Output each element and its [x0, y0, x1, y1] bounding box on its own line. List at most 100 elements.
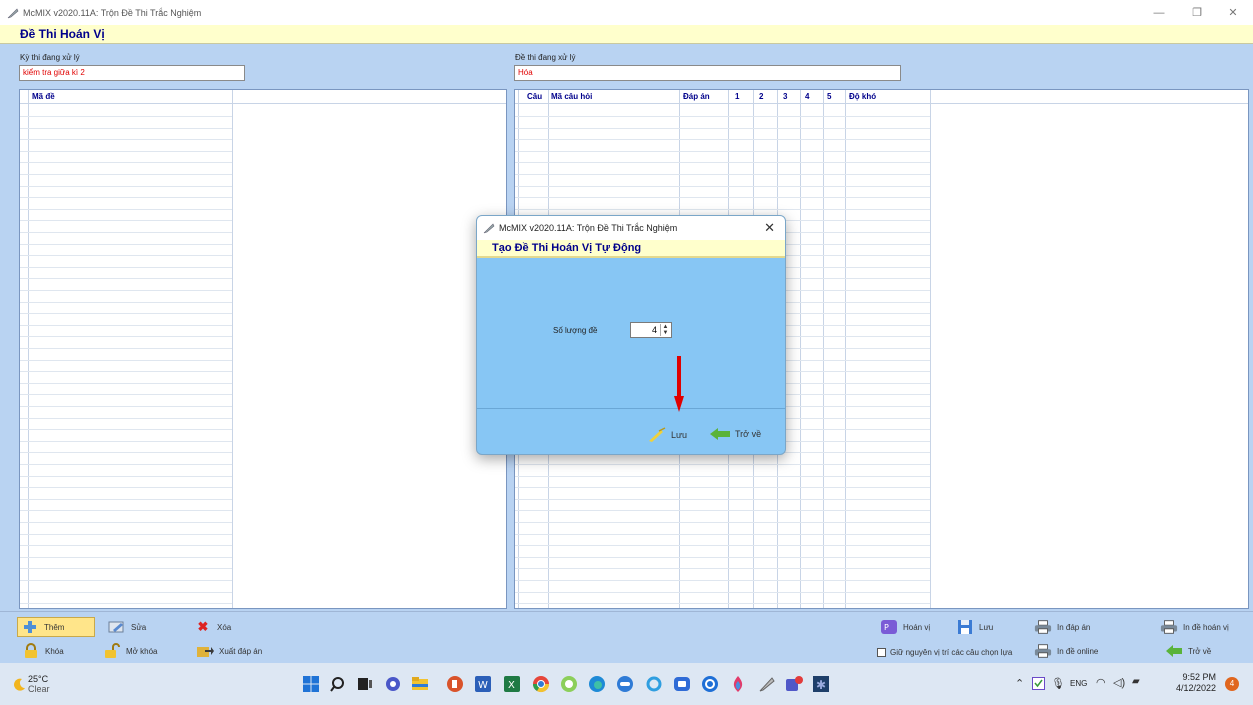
tray-chevron-up-icon[interactable]: ⌃ — [1015, 677, 1024, 690]
microphone-icon[interactable]: 🎙︎ — [1051, 677, 1065, 690]
search-icon[interactable] — [330, 675, 348, 693]
volume-icon[interactable]: ◁) — [1113, 676, 1125, 689]
temperature: 25°C — [28, 674, 49, 684]
print-answers-label: In đáp án — [1057, 622, 1091, 632]
battery-icon[interactable]: ▰ — [1132, 676, 1140, 687]
exam-field[interactable]: Hóa — [514, 65, 901, 81]
language-indicator[interactable]: ENG — [1070, 679, 1087, 688]
grid-row-line — [20, 267, 232, 268]
app-feather-icon — [483, 223, 495, 234]
date-text: 4/12/2022 — [1176, 683, 1217, 693]
back-arrow-icon — [710, 428, 730, 440]
mcmix-taskbar-icon[interactable] — [758, 675, 776, 693]
add-button[interactable]: Thêm — [17, 617, 95, 637]
clock[interactable]: 9:52 PM 4/12/2022 — [1176, 672, 1216, 694]
dialog-back-button[interactable]: Trở về — [709, 427, 761, 441]
grid-row-line — [515, 592, 930, 593]
edge-icon[interactable] — [588, 675, 606, 693]
grid-row-line — [20, 151, 232, 152]
broom-icon — [649, 427, 666, 442]
page-title: Đề Thi Hoán Vị — [20, 27, 105, 41]
grid-row-line — [20, 534, 232, 535]
permute-icon: P — [880, 619, 898, 635]
file-explorer-icon[interactable] — [411, 675, 429, 693]
grid-row-line — [515, 139, 930, 140]
bottom-toolbar: Thêm Sửa ✖ Xóa Khóa Mở khóa Xuất đáp án … — [0, 611, 1253, 663]
grid-row-line — [20, 383, 232, 384]
grid-row-line — [20, 209, 232, 210]
weather-widget[interactable]: 25°C Clear — [28, 674, 50, 694]
svg-text:P: P — [884, 623, 889, 632]
notification-badge[interactable]: 4 — [1225, 677, 1239, 691]
export-answers-button[interactable]: Xuất đáp án — [196, 641, 262, 661]
teams-icon[interactable] — [785, 675, 803, 693]
keep-position-checkbox[interactable]: Giữ nguyên vị trí các câu chọn lựa — [877, 642, 1012, 662]
keep-position-label: Giữ nguyên vị trí các câu chọn lựa — [890, 647, 1013, 657]
checkbox-box[interactable] — [877, 647, 886, 657]
dialog-title: McMIX v2020.11A: Trộn Đề Thi Trắc Nghiệm — [499, 223, 678, 233]
close-button[interactable]: ✕ — [1214, 0, 1252, 25]
wifi-icon[interactable]: ◠ — [1096, 676, 1106, 689]
print-answers-button[interactable]: In đáp án — [1034, 617, 1090, 637]
grid-row-line — [20, 603, 232, 604]
grid-row-line — [20, 545, 232, 546]
dialog-close-icon[interactable]: ✕ — [764, 220, 775, 236]
grid-row-line — [515, 534, 930, 535]
floppy-disk-icon — [956, 619, 974, 635]
delete-button[interactable]: ✖ Xóa — [194, 617, 232, 637]
app-flame-icon[interactable] — [729, 675, 747, 693]
print-permuted-button[interactable]: In đề hoán vị — [1160, 617, 1229, 637]
grid-row-line — [20, 464, 232, 465]
windows-start-icon[interactable] — [302, 675, 320, 693]
coc-coc-icon[interactable] — [560, 675, 578, 693]
excel-icon[interactable]: X — [503, 675, 521, 693]
task-view-icon[interactable] — [356, 675, 374, 693]
grid-row-line — [515, 197, 930, 198]
powerpoint-icon[interactable] — [446, 675, 464, 693]
back-toolbar-button[interactable]: Trở về — [1165, 641, 1211, 661]
word-icon[interactable]: W — [474, 675, 492, 693]
restore-button[interactable]: ❐ — [1178, 0, 1216, 25]
chat-icon[interactable] — [384, 675, 402, 693]
snowflake-app-icon[interactable]: ✱ — [812, 675, 830, 693]
minimize-button[interactable]: — — [1140, 0, 1178, 25]
count-stepper[interactable]: 4 ▲ ▼ — [630, 322, 672, 338]
dialog-heading: Tạo Đề Thi Hoán Vị Tự Động — [492, 242, 642, 254]
plus-icon — [21, 619, 39, 635]
column-header-question-code: Mã câu hỏi — [551, 92, 593, 101]
print-online-button[interactable]: In đề online — [1034, 641, 1098, 661]
grid-row-line — [20, 522, 232, 523]
grid-row-line — [515, 174, 930, 175]
tray-check-icon[interactable] — [1032, 677, 1045, 690]
exam-session-field[interactable]: kiểm tra giữa kì 2 — [19, 65, 245, 81]
dialog-save-button[interactable]: Lưu — [647, 427, 687, 443]
grid-row-line — [20, 441, 232, 442]
internet-explorer-icon[interactable] — [645, 675, 663, 693]
unlock-button[interactable]: Mở khóa — [103, 641, 157, 661]
grid-row-line — [20, 278, 232, 279]
dialog-save-label: Lưu — [671, 430, 688, 440]
grid-row-line — [515, 545, 930, 546]
column-header-question: Câu — [527, 92, 543, 101]
meet-icon[interactable] — [673, 675, 691, 693]
column-header-5: 5 — [827, 92, 832, 101]
app-blue-circle-icon[interactable] — [701, 675, 719, 693]
dialog-divider — [477, 408, 785, 409]
lock-button[interactable]: Khóa — [22, 641, 64, 661]
grid-row-line — [20, 325, 232, 326]
permute-button[interactable]: P Hoán vị — [880, 617, 930, 637]
grid-header: Mã đề — [20, 90, 506, 104]
edit-button[interactable]: Sửa — [108, 617, 146, 637]
grid-row-line — [515, 186, 930, 187]
stepper-arrows-icon[interactable]: ▲ ▼ — [660, 324, 670, 336]
chrome-icon[interactable] — [532, 675, 550, 693]
grid-row-line — [20, 418, 232, 419]
exam-code-grid[interactable]: Mã đề — [19, 89, 507, 609]
save-toolbar-button[interactable]: Lưu — [956, 617, 993, 637]
grid-row-line — [515, 151, 930, 152]
grid-row-line — [515, 476, 930, 477]
header-band: Đề Thi Hoán Vị — [0, 25, 1253, 44]
grid-row-line — [515, 499, 930, 500]
grid-row-line — [20, 568, 232, 569]
zalo-icon[interactable] — [616, 675, 634, 693]
